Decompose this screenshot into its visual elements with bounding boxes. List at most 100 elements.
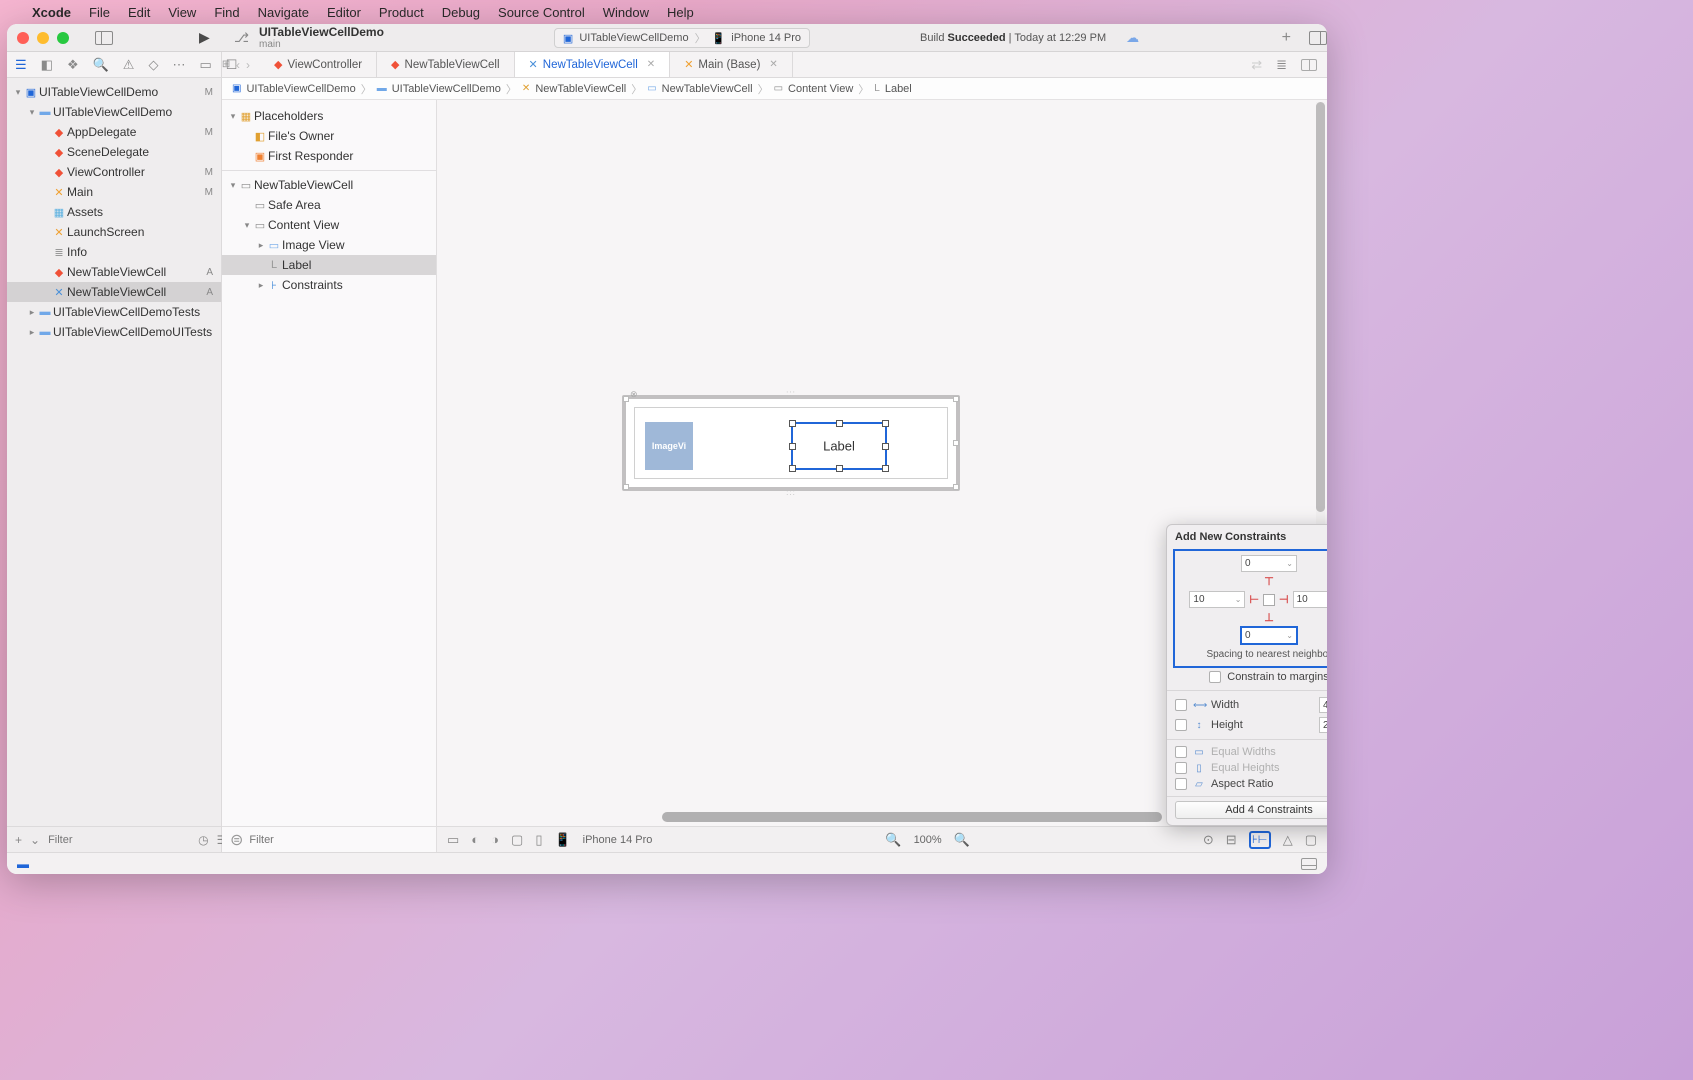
tree-row[interactable]: LLabel — [222, 255, 436, 275]
disclosure-triangle-icon[interactable]: ▾ — [27, 107, 37, 118]
tree-row[interactable]: ✕NewTableViewCellA — [7, 282, 221, 302]
project-navigator-icon[interactable]: ☰ — [15, 57, 27, 73]
align-icon[interactable]: ⊟ — [1226, 832, 1237, 848]
minimize-window-button[interactable] — [37, 32, 49, 44]
breakpoint-toggle-icon[interactable]: ▬ — [17, 857, 29, 871]
close-window-button[interactable] — [17, 32, 29, 44]
nav-forward-button[interactable]: › — [246, 52, 260, 77]
table-view-cell-frame[interactable]: ⊗ ::: ::: ImageVi Label — [622, 395, 960, 491]
tree-row[interactable]: ◆SceneDelegate — [7, 142, 221, 162]
breakpoint-navigator-icon[interactable]: ▭ — [199, 57, 211, 73]
resize-handle-top[interactable]: ::: — [786, 389, 796, 398]
frame-handle[interactable] — [623, 484, 629, 490]
tree-row[interactable]: ▾▭NewTableViewCell — [222, 175, 436, 195]
accessibility-icon[interactable]: ▯ — [535, 832, 542, 848]
tree-row[interactable]: ▸▬UITableViewCellDemoTests — [7, 302, 221, 322]
aspect-ratio-row[interactable]: ▱ Aspect Ratio — [1167, 776, 1327, 792]
tree-row[interactable]: ◆NewTableViewCellA — [7, 262, 221, 282]
bottom-strut-icon[interactable]: ⊥ — [1264, 611, 1274, 624]
frame-handle[interactable] — [953, 484, 959, 490]
tree-row[interactable]: ▸⊦Constraints — [222, 275, 436, 295]
tree-row[interactable]: ✕LaunchScreen — [7, 222, 221, 242]
menu-navigate[interactable]: Navigate — [258, 5, 309, 20]
zoom-out-icon[interactable]: 🔍 — [885, 832, 901, 848]
tree-row[interactable]: ≣Info — [7, 242, 221, 262]
tree-row[interactable]: ◧File's Owner — [222, 126, 436, 146]
width-row[interactable]: ⟷ Width 42⌄ — [1167, 695, 1327, 715]
filter-scope-icon[interactable]: ⌄ — [30, 833, 40, 847]
interface-builder-canvas[interactable]: ⊗ ::: ::: ImageVi Label — [437, 100, 1327, 852]
constrain-margins-row[interactable]: Constrain to margins — [1167, 668, 1327, 686]
filter-icon[interactable]: ⊜ — [230, 830, 243, 850]
dropdown-icon[interactable]: ⌄ — [1286, 631, 1293, 640]
tree-row[interactable]: ▾▭Content View — [222, 215, 436, 235]
source-control-navigator-icon[interactable]: ◧ — [41, 57, 53, 73]
checkbox[interactable] — [1175, 719, 1187, 731]
library-add-button[interactable]: + — [1282, 29, 1291, 47]
test-navigator-icon[interactable]: ◇ — [148, 57, 158, 73]
branch-icon[interactable]: ⎇ — [234, 30, 249, 46]
appearance-icon[interactable]: ◐ — [471, 832, 479, 847]
device-label[interactable]: iPhone 14 Pro — [583, 834, 653, 846]
disclosure-triangle-icon[interactable]: ▸ — [27, 307, 37, 318]
menu-help[interactable]: Help — [667, 5, 694, 20]
add-editor-icon[interactable] — [1301, 59, 1317, 71]
add-constraints-button[interactable]: ⊦⊢ — [1249, 831, 1271, 849]
disclosure-triangle-icon[interactable]: ▾ — [13, 87, 23, 98]
toggle-outline-icon[interactable]: ▭ — [447, 832, 459, 848]
toggle-debug-area-icon[interactable] — [1301, 858, 1317, 870]
outline-filter-input[interactable] — [249, 834, 428, 846]
left-strut-icon[interactable]: ⊢ — [1249, 593, 1259, 606]
app-menu[interactable]: Xcode — [32, 5, 71, 20]
disclosure-triangle-icon[interactable]: ▾ — [228, 111, 238, 122]
frame-handle[interactable] — [953, 440, 959, 446]
tree-row[interactable]: ▣First Responder — [222, 146, 436, 166]
horizontal-scrollbar[interactable] — [662, 812, 1162, 822]
find-navigator-icon[interactable]: 🔍 — [93, 57, 109, 73]
tree-row[interactable]: ✕MainM — [7, 182, 221, 202]
scheme-selector[interactable]: ▣ UITableViewCellDemo 〉 📱 iPhone 14 Pro — [554, 28, 810, 48]
height-row[interactable]: ↕ Height 21⌄ — [1167, 715, 1327, 735]
zoom-level[interactable]: 100% — [914, 834, 942, 846]
symbol-navigator-icon[interactable]: ❖ — [67, 57, 79, 73]
tree-row[interactable]: ▾▬UITableViewCellDemo — [7, 102, 221, 122]
dropdown-icon[interactable]: ⌄ — [1286, 559, 1293, 568]
top-spacing-input[interactable]: 0⌄ — [1241, 555, 1297, 572]
tab-newtableviewcell-swift[interactable]: ◆NewTableViewCell — [377, 52, 515, 77]
disclosure-triangle-icon[interactable]: ▾ — [242, 220, 252, 231]
resize-handle[interactable] — [789, 465, 796, 472]
menu-view[interactable]: View — [168, 5, 196, 20]
menu-edit[interactable]: Edit — [128, 5, 150, 20]
resize-handle[interactable] — [836, 465, 843, 472]
resolve-issues-icon[interactable]: △ — [1283, 832, 1293, 848]
disclosure-triangle-icon[interactable]: ▸ — [27, 327, 37, 338]
close-scene-icon[interactable]: ⊗ — [630, 389, 639, 400]
frame-handle[interactable] — [953, 396, 959, 402]
zoom-in-icon[interactable]: 🔍 — [954, 832, 970, 848]
cloud-status-icon[interactable]: ☁︎ — [1126, 30, 1139, 46]
recent-filter-icon[interactable]: ◷ — [198, 833, 208, 847]
tab-viewcontroller[interactable]: ◆ViewController — [260, 52, 377, 77]
resize-handle-bottom[interactable]: ::: — [786, 488, 796, 497]
run-button[interactable]: ▶ — [199, 29, 210, 46]
width-input[interactable]: 42⌄ — [1319, 697, 1327, 713]
add-file-button[interactable]: + — [15, 833, 22, 847]
tree-row[interactable]: ◆ViewControllerM — [7, 162, 221, 182]
issue-navigator-icon[interactable]: ⚠ — [123, 57, 135, 73]
content-view[interactable]: ImageVi Label — [634, 407, 948, 479]
zoom-window-button[interactable] — [57, 32, 69, 44]
orientation-icon[interactable]: ◑ — [491, 832, 499, 847]
device-config-icon[interactable]: ▢ — [511, 832, 523, 848]
disclosure-triangle-icon[interactable]: ▾ — [228, 180, 238, 191]
resize-handle[interactable] — [882, 465, 889, 472]
tab-main-storyboard[interactable]: ✕Main (Base)✕ — [670, 52, 793, 77]
related-items-icon[interactable]: ⊞ — [222, 52, 230, 77]
bottom-spacing-input[interactable]: 0⌄ — [1241, 627, 1297, 644]
resize-handle[interactable] — [789, 420, 796, 427]
embed-icon[interactable]: ▢ — [1305, 832, 1317, 848]
nav-back-button[interactable]: ‹ — [230, 52, 246, 77]
resize-handle[interactable] — [789, 443, 796, 450]
checkbox[interactable] — [1175, 699, 1187, 711]
tab-newtableviewcell-xib[interactable]: ✕NewTableViewCell✕ — [515, 52, 671, 77]
menu-source-control[interactable]: Source Control — [498, 5, 585, 20]
